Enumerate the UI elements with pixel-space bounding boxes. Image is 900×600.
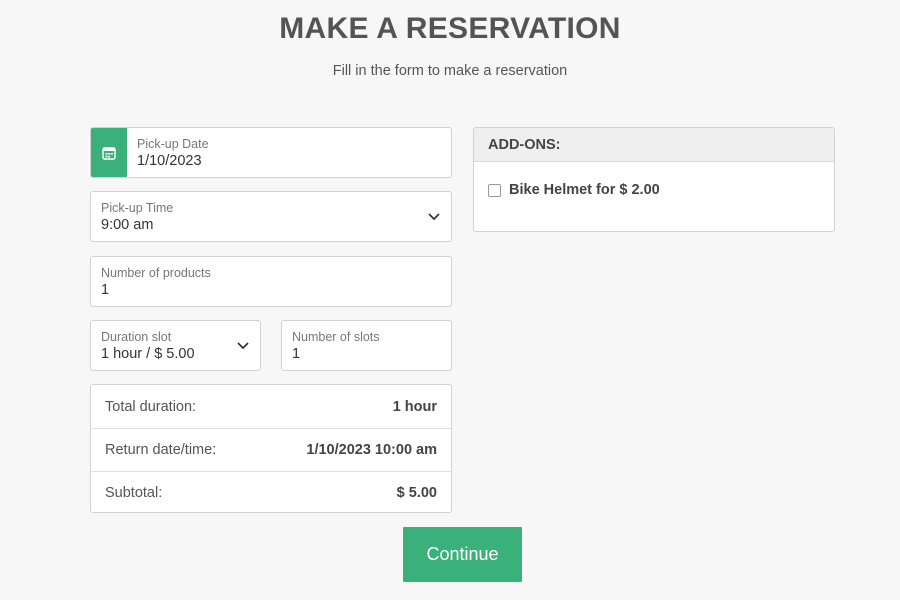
page-subtitle: Fill in the form to make a reservation xyxy=(332,63,568,79)
summary-label: Subtotal: xyxy=(105,485,163,501)
pickup-time-select[interactable]: Pick-up Time 9:00 am xyxy=(90,191,452,242)
pickup-time-label: Pick-up Time xyxy=(101,201,174,215)
continue-button[interactable]: Continue xyxy=(403,527,522,582)
summary-value: 1 hour xyxy=(392,398,437,415)
summary-value: $ 5.00 xyxy=(396,485,437,501)
duration-slot-value: 1 hour / $ 5.00 xyxy=(101,346,195,362)
page-title: MAKE A RESERVATION xyxy=(279,12,621,45)
summary-label: Return date/time: xyxy=(105,442,217,458)
reservation-page: MAKE A RESERVATION Fill in the form to m… xyxy=(0,0,900,600)
date-picker-button[interactable] xyxy=(91,128,127,177)
calendar-icon xyxy=(102,146,116,160)
reservation-summary: Total duration: 1 hour Return date/time:… xyxy=(90,384,452,513)
pickup-date-field[interactable]: Pick-up Date 1/10/2023 xyxy=(90,127,452,178)
summary-value: 1/10/2023 10:00 am xyxy=(306,442,437,458)
num-slots-value: 1 xyxy=(292,346,301,362)
pickup-time-value: 9:00 am xyxy=(101,217,154,233)
summary-row-subtotal: Subtotal: $ 5.00 xyxy=(91,471,451,514)
duration-slot-select[interactable]: Duration slot 1 hour / $ 5.00 xyxy=(90,320,261,371)
addon-label: Bike Helmet for $ 2.00 xyxy=(509,182,660,198)
summary-row-return-datetime: Return date/time: 1/10/2023 10:00 am xyxy=(91,428,451,471)
num-products-value: 1 xyxy=(101,282,110,298)
pickup-date-value: 1/10/2023 xyxy=(137,153,202,169)
num-products-label: Number of products xyxy=(101,266,211,280)
summary-row-total-duration: Total duration: 1 hour xyxy=(91,385,451,428)
num-products-input[interactable]: Number of products 1 xyxy=(90,256,452,307)
num-slots-label: Number of slots xyxy=(292,330,380,344)
addon-item-bike-helmet[interactable]: Bike Helmet for $ 2.00 xyxy=(488,182,660,198)
chevron-down-icon xyxy=(237,342,249,350)
addons-panel: ADD-ONS: Bike Helmet for $ 2.00 xyxy=(473,127,835,232)
addons-heading: ADD-ONS: xyxy=(474,128,834,162)
chevron-down-icon xyxy=(428,213,440,221)
duration-slot-label: Duration slot xyxy=(101,330,172,344)
num-slots-input[interactable]: Number of slots 1 xyxy=(281,320,452,371)
pickup-date-label: Pick-up Date xyxy=(137,137,209,151)
bike-helmet-checkbox[interactable] xyxy=(488,183,501,197)
summary-label: Total duration: xyxy=(105,398,197,415)
